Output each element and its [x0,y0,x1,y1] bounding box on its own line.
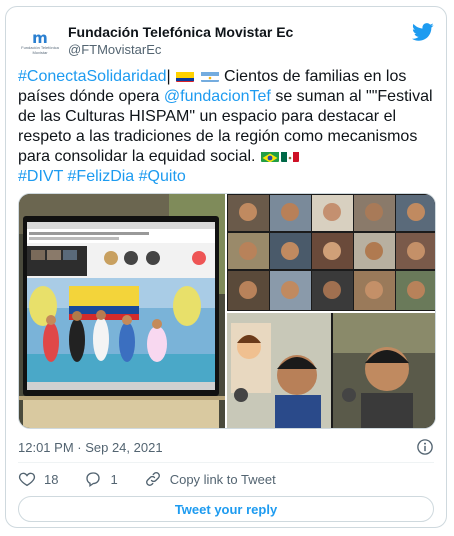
link-icon [145,472,160,486]
hashtag-divt[interactable]: #DIVT [18,168,63,185]
author-display-name[interactable]: Fundación Telefónica Movistar Ec [68,23,293,41]
avatar-logo-text: Fundación Telefónica Movistar [21,45,59,55]
tweet-text: #ConectaSolidaridad| Cientos de familias… [18,67,436,187]
twitter-bird-icon[interactable] [412,21,434,43]
like-button[interactable]: 18 [18,470,58,488]
reply-count: 1 [110,471,118,487]
author-block[interactable]: Fundación Telefónica Movistar Ec @FTMovi… [68,23,293,58]
heart-icon [18,472,36,487]
reply-button[interactable]: 1 [84,470,118,488]
author-handle[interactable]: @FTMovistarEc [68,41,293,58]
mention-fundaciontef[interactable]: @fundacionTef [164,88,271,105]
hashtag-felizdia[interactable]: #FelizDia [68,168,135,185]
hashtag-quito[interactable]: #Quito [139,168,186,185]
ecuador-flag-icon [176,70,195,82]
separator: | [166,68,171,85]
tweet-header: m Fundación Telefónica Movistar Fundació… [18,21,434,61]
tweet-timestamp[interactable]: 12:01 PM · Sep 24, 2021 [18,440,163,455]
copy-link-button[interactable]: Copy link to Tweet [144,470,276,488]
info-icon[interactable] [416,438,434,456]
tweet-your-reply-button[interactable]: Tweet your reply [18,496,434,522]
tweet-card[interactable]: m Fundación Telefónica Movistar Fundació… [5,6,447,528]
action-bar: 18 1 Copy link to Tweet [18,467,302,491]
mexico-flag-icon [280,150,299,162]
media-photo-right-top[interactable] [227,194,435,311]
argentina-flag-icon [200,70,219,82]
reply-bubble-icon [86,472,101,488]
brazil-flag-icon [260,150,279,162]
media-photo-right-bottom[interactable] [227,313,435,428]
media-photo-left[interactable] [19,194,225,428]
media-grid [18,193,436,429]
like-count: 18 [44,471,59,487]
hashtag-conectasolidaridad[interactable]: #ConectaSolidaridad [18,68,167,85]
avatar-logo-mark: m [32,29,48,47]
divider [18,462,434,463]
copy-link-label: Copy link to Tweet [169,471,276,487]
avatar[interactable]: m Fundación Telefónica Movistar [18,23,62,63]
